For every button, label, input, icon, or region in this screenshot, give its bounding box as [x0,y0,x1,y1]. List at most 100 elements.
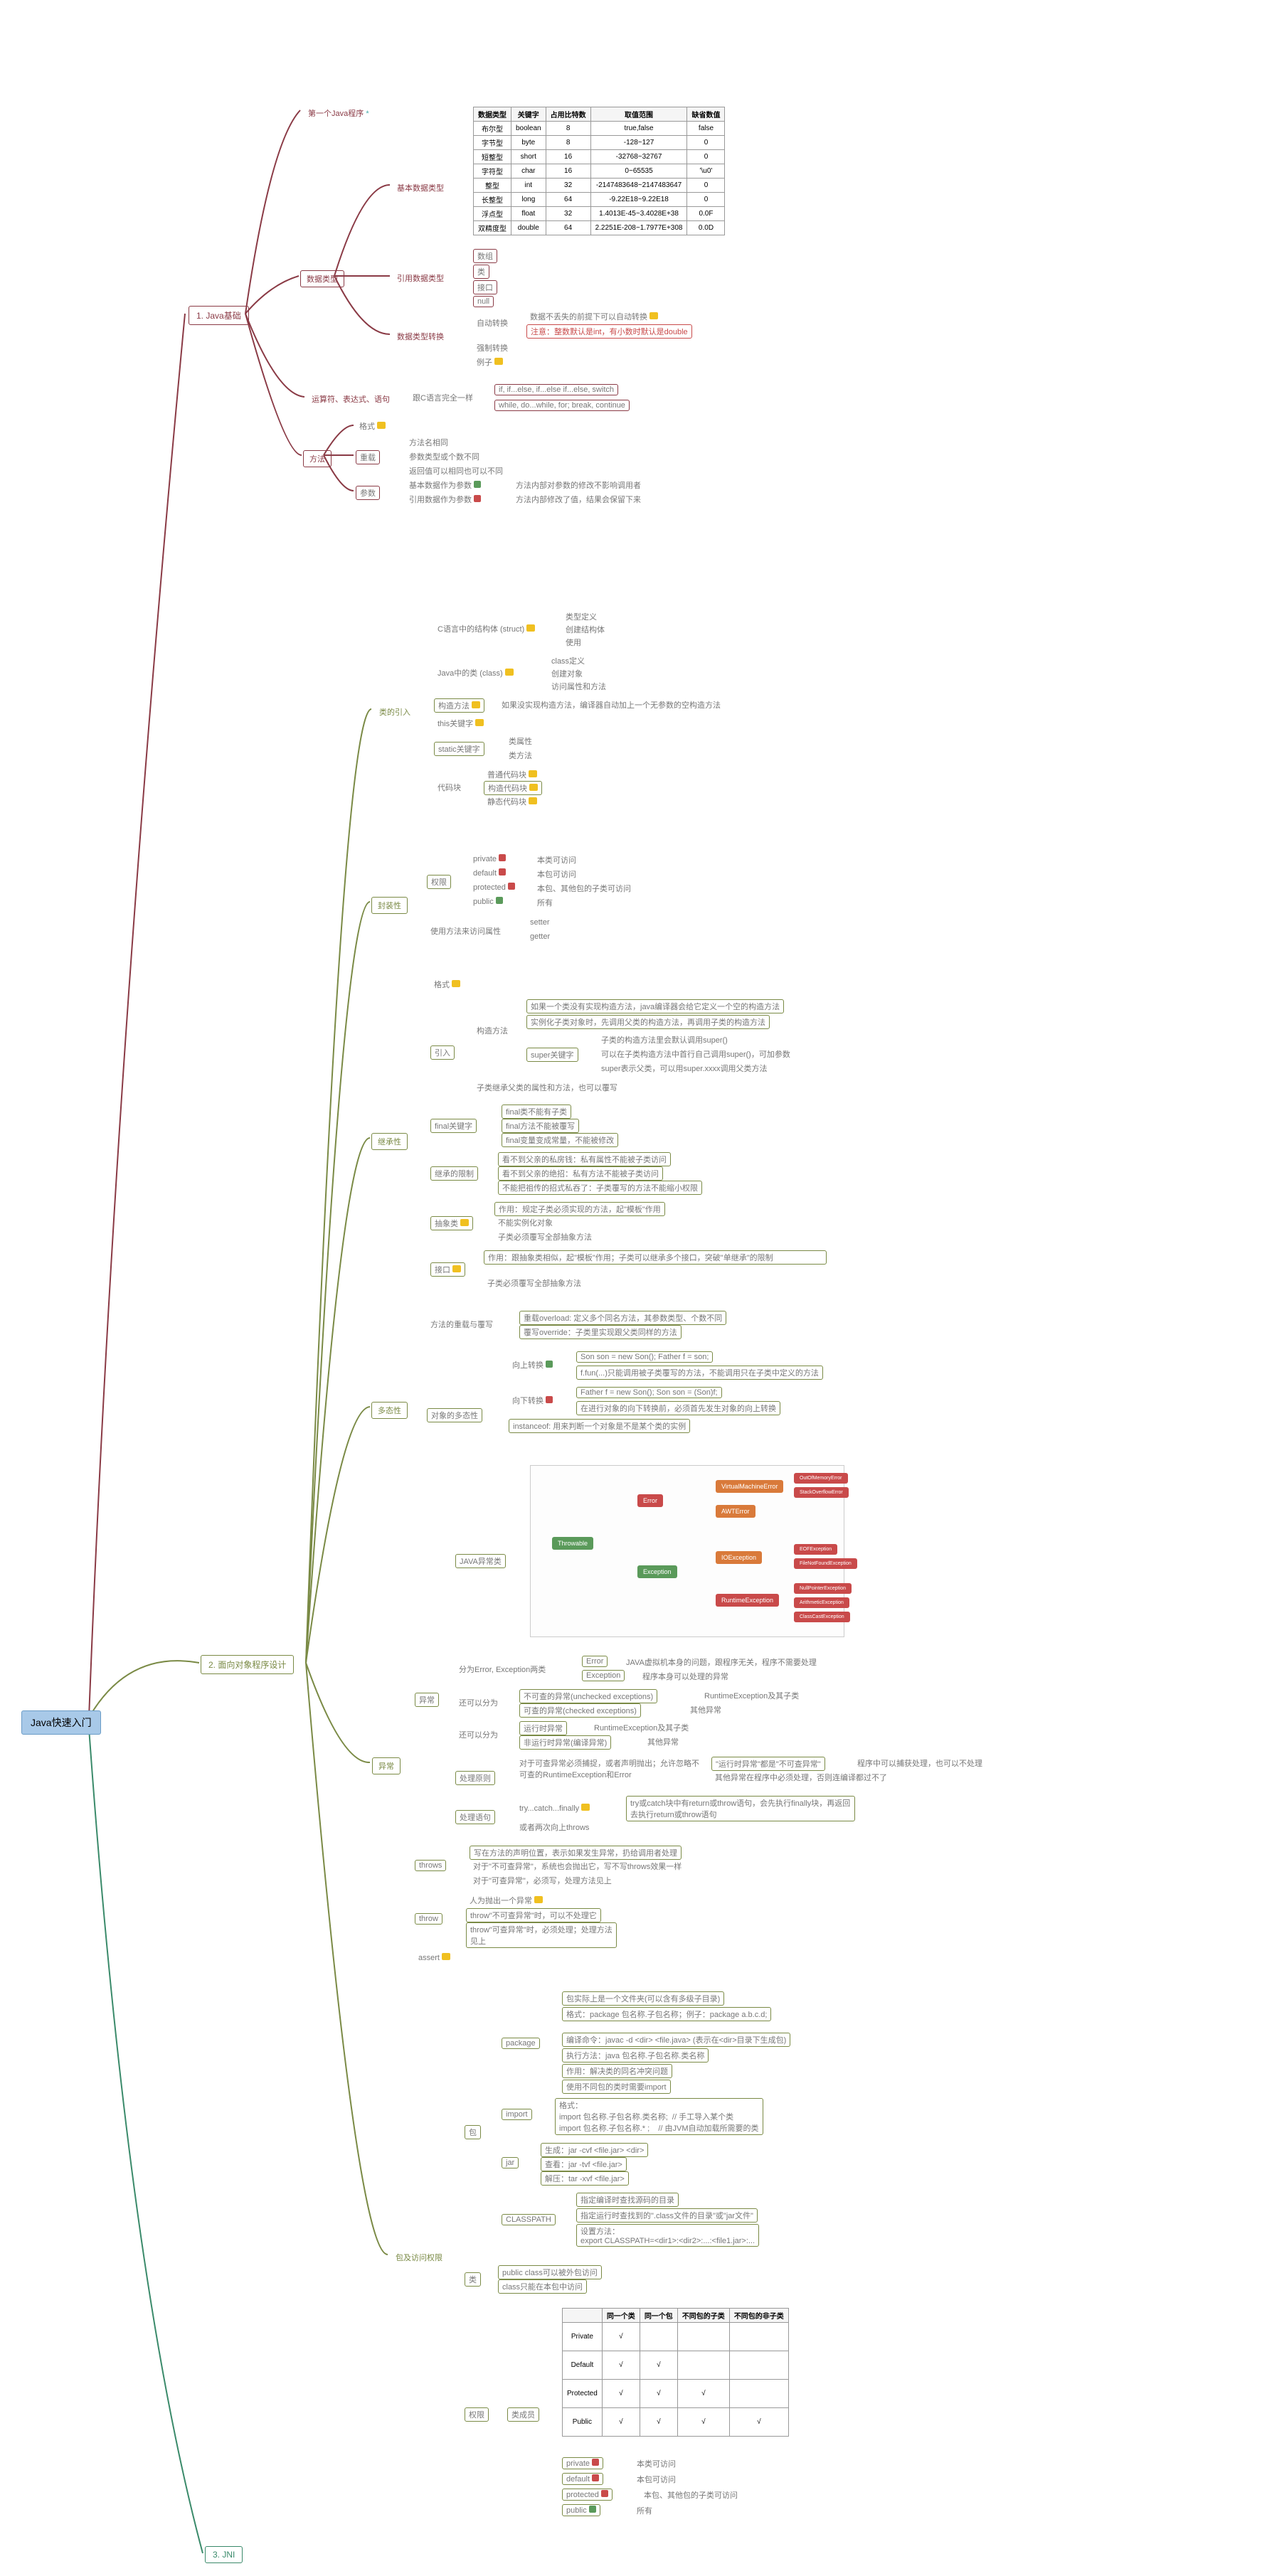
force-conv[interactable]: 强制转换 [473,341,511,354]
polymorphism[interactable]: 多态性 [371,1402,408,1419]
data-type[interactable]: 数据类型 [300,270,344,287]
member[interactable]: 类成员 [507,2407,539,2422]
ic2: 实例化子类对象时，先调用父类的构造方法，再调用子类的构造方法 [526,1015,770,1029]
pk3: 编译命令：javac -d <dir> <file.java> (表示在<dir… [562,2033,790,2047]
throw[interactable]: throw [415,1913,442,1925]
use-method[interactable]: 使用方法来访问属性 [427,925,504,937]
this-key[interactable]: this关键字 [434,717,487,730]
unchecked-n: RuntimeException及其子类 [701,1689,802,1702]
tc1n: try或catch块中有return或throw语句，会先执行finally块，… [626,1796,855,1821]
error-n: JAVA虚拟机本身的问题，跟程序无关，程序不需要处理 [622,1656,820,1668]
runtime-n: RuntimeException及其子类 [590,1721,692,1734]
struct[interactable]: C语言中的结构体 (struct) [434,622,539,635]
ref-type[interactable]: 引用数据类型 [391,270,450,286]
final-key[interactable]: final关键字 [430,1119,477,1133]
mp2: default [562,2473,603,2485]
hp2n: 程序中可以捕获处理，也可以不处理 [854,1757,986,1769]
first-program[interactable]: 第一个Java程序 * [302,105,375,121]
class-intro[interactable]: 类的引入 [373,704,416,720]
nonruntime: 非运行时异常(编译异常) [519,1735,611,1750]
op-c: 跟C语言完全一样 [409,391,477,404]
priv[interactable]: 权限 [427,875,451,889]
type-conv[interactable]: 数据类型转换 [391,329,450,344]
basic-type[interactable]: 基本数据类型 [391,180,450,196]
trow2: throw"不可查异常"时，可以不处理它 [466,1908,601,1922]
encapsulation[interactable]: 封装性 [371,897,408,914]
java-class[interactable]: Java中的类 (class) [434,666,517,679]
conv-example[interactable]: 例子 [473,356,507,368]
setter: setter [526,917,553,927]
try-catch[interactable]: 处理语句 [455,1810,495,1824]
java-exc-class[interactable]: JAVA异常类 [455,1554,506,1568]
alsodiv2[interactable]: 还可以分为 [455,1728,502,1741]
inherit-intro[interactable]: 引入 [430,1045,455,1060]
assert[interactable]: assert [415,1952,454,1963]
obj-poly[interactable]: 对象的多态性 [427,1408,482,1422]
priv2: default [470,868,509,878]
ref-null[interactable]: null [473,296,494,307]
access-priv[interactable]: 权限 [465,2407,489,2422]
class-access[interactable]: 类 [465,2272,481,2287]
pkg-access[interactable]: 包及访问权限 [390,2250,448,2265]
super-key[interactable]: super关键字 [526,1048,578,1062]
auto-conv-note: 数据不丢失的前提下可以自动转换 [526,310,662,323]
priv1: private [470,853,509,864]
trow1: 人为抛出一个异常 [466,1894,546,1907]
code-block[interactable]: 代码块 [434,781,465,794]
exc[interactable]: 异常 [415,1693,439,1707]
th3: 对于"可查异常"，必须写，处理方法见上 [470,1874,615,1887]
static-key[interactable]: static关键字 [434,742,484,756]
inherit-ctor[interactable]: 构造方法 [473,1024,511,1037]
root-node[interactable]: Java快速入门 [21,1710,101,1735]
mp3n: 本包、其他包的子类可访问 [640,2489,741,2501]
err-exc[interactable]: 分为Error, Exception两类 [455,1663,549,1676]
ref-array[interactable]: 数组 [473,249,497,263]
ref-class[interactable]: 类 [473,265,489,279]
tc2: 或者两次向上throws [516,1821,593,1833]
exception[interactable]: 异常 [372,1757,401,1774]
handle-principle[interactable]: 处理原则 [455,1771,495,1785]
error: Error [582,1656,608,1667]
section-java-basics[interactable]: 1. Java基础 [189,306,249,325]
throws[interactable]: throws [415,1860,446,1871]
inherit-limit[interactable]: 继承的限制 [430,1166,478,1181]
method[interactable]: 方法 [303,450,332,467]
method-format[interactable]: 格式 [356,420,389,432]
il3: 不能把祖传的招式私吞了：子类覆写的方法不能缩小权限 [498,1181,702,1195]
fk2: final方法不能被覆写 [502,1119,579,1133]
method-param[interactable]: 参数 [356,486,380,500]
package[interactable]: package [502,2038,540,2049]
getter: getter [526,932,553,942]
method-ol[interactable]: 方法的重载与覆写 [427,1318,497,1331]
sk1: 类属性 [505,735,536,747]
interface[interactable]: 接口 [430,1262,465,1277]
ctor[interactable]: 构造方法 [434,698,484,713]
operators[interactable]: 运算符、表达式、语句 [306,391,396,407]
auto-conv[interactable]: 自动转换 [473,316,511,329]
ref-interface[interactable]: 接口 [473,280,497,294]
param-basic: 基本数据作为参数 [405,479,484,491]
struct3: 使用 [562,636,585,649]
inherit-format[interactable]: 格式 [430,978,464,991]
pkg-sub[interactable]: 包 [465,2125,481,2139]
mol1: 重载overload: 定义多个同名方法，其参数类型、个数不同 [519,1311,726,1325]
abstract-class[interactable]: 抽象类 [430,1216,473,1230]
classpath[interactable]: CLASSPATH [502,2214,556,2225]
jar[interactable]: jar [502,2157,519,2168]
hp2: "运行时异常"都是"不可查异常" [711,1757,825,1771]
sk-b: 可以在子类构造方法中首行自己调用super()，可加参数 [598,1048,794,1060]
exc-class: Exception [582,1670,625,1681]
section-oop[interactable]: 2. 面向对象程序设计 [201,1655,294,1674]
mp3: protected [562,2489,613,2501]
struct2: 创建结构体 [562,623,608,636]
section-jni[interactable]: 3. JNI [205,2546,243,2563]
cp1: 指定编译时查找源码的目录 [576,2193,679,2207]
downcast[interactable]: 向下转换 [509,1394,556,1407]
il1: 看不到父亲的私房钱：私有属性不能被子类访问 [498,1152,671,1166]
import[interactable]: import [502,2109,532,2120]
instanceof: instanceof: 用来判断一个对象是不是某个类的实例 [509,1419,690,1433]
alsodiv[interactable]: 还可以分为 [455,1696,502,1709]
upcast[interactable]: 向上转换 [509,1358,556,1371]
method-overload[interactable]: 重载 [356,450,380,464]
inheritance[interactable]: 继承性 [371,1133,408,1150]
